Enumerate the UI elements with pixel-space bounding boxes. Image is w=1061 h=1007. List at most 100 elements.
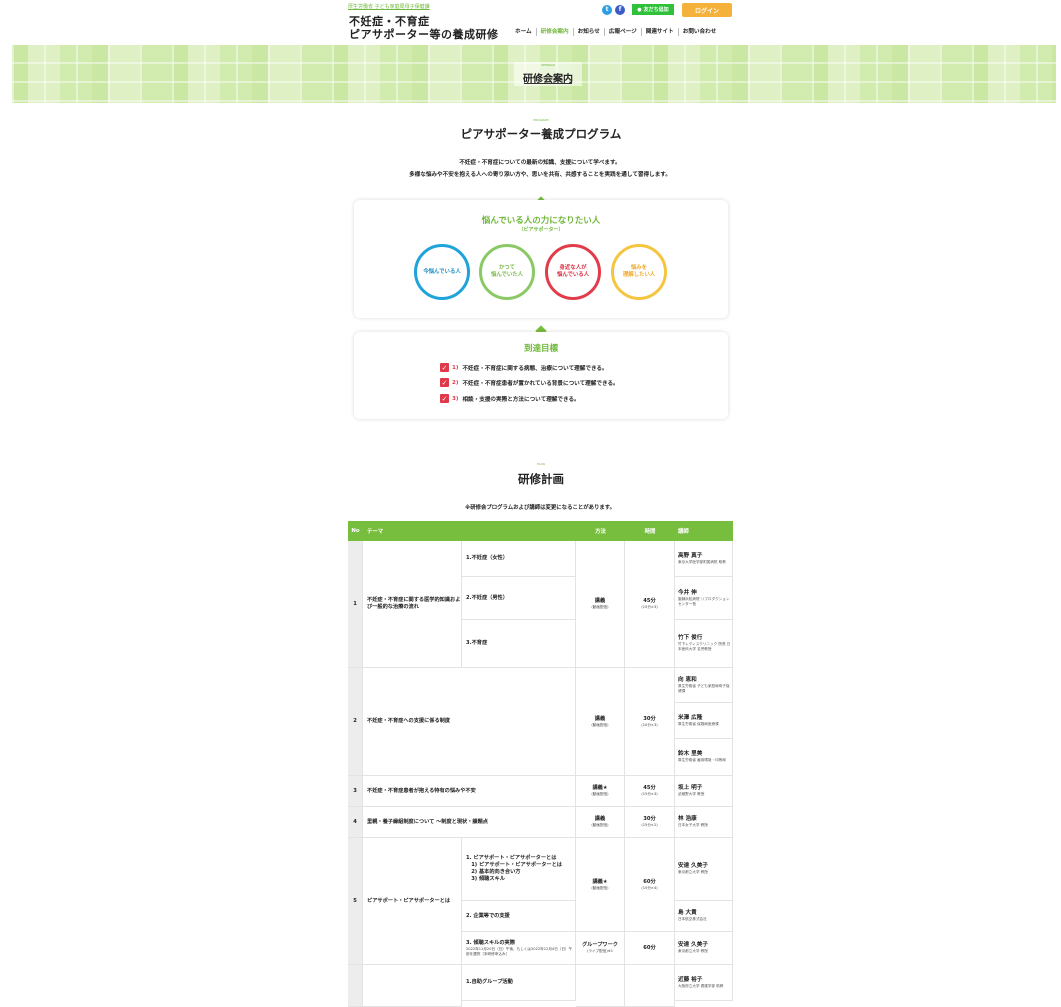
program-title: ピアサポーター養成プログラム	[460, 127, 622, 141]
global-nav: ホーム 研修会案内 お知らせ 広報ページ 関連サイト お問い合わせ	[511, 28, 720, 36]
goal-item: ✓ 2) 不妊症・不育症患者が置かれている背景について理解できる。	[440, 378, 619, 387]
row-theme	[363, 965, 462, 1007]
row-lecturer: 竹下 俊行 竹下レディスクリニック 院長 日本医科大学 名誉教授	[675, 620, 733, 668]
time-note: (15分×3)	[641, 792, 658, 796]
lecturer-name: 今井 伸	[678, 589, 697, 596]
method-text: 講義	[594, 816, 606, 822]
lecturer-name: 竹下 俊行	[678, 635, 703, 641]
row-subtheme: 2.不妊症（男性）	[462, 577, 576, 620]
row-no: 3	[348, 776, 363, 807]
goal-num: 3)	[452, 395, 459, 402]
circle-understand-line2: 理解したい人	[622, 272, 656, 278]
row-no: 5	[348, 838, 363, 965]
row-time: 45分 (15分×3)	[625, 776, 675, 807]
circle-past: かつて 悩んでいた人	[479, 244, 535, 300]
target-heading: 悩んでいる人の力になりたい人	[481, 216, 601, 226]
lecturer-affiliation: 厚生労働省 保険局医療課	[678, 721, 719, 726]
lecturer-name: 坂上 明子	[678, 785, 703, 791]
circle-family-line2: 悩んでいる人	[556, 272, 590, 278]
row-no: 4	[348, 807, 363, 838]
goal-item: ✓ 3) 相談・支援の実際と方法について理解できる。	[440, 394, 580, 403]
row-lecturer: 林 浩康 日本女子大学 教授	[675, 807, 733, 838]
row-method: 講義★ (動画配信)	[576, 776, 625, 807]
goal-num: 2)	[452, 379, 459, 386]
lecturer-affiliation: 大阪府立大学 看護学部 助教	[678, 983, 724, 988]
circle-current-text: 今悩んでいる人	[423, 268, 461, 275]
plan-title: 研修計画	[518, 472, 564, 486]
row-theme: 里親・養子縁組制度について 〜制度と現状・課題点	[363, 807, 576, 838]
checkbox-icon: ✓	[440, 363, 449, 372]
nav-seminar[interactable]: 研修会案内	[537, 28, 574, 36]
lecturer-affiliation: 厚生労働省 雇用環境・均等局	[678, 758, 726, 762]
nav-links[interactable]: 関連サイト	[642, 28, 679, 36]
th-theme: テーマ	[363, 521, 576, 541]
goal-text: 相談・支援の実際と方法について理解できる。	[462, 396, 580, 403]
goals-heading: 到達目標	[523, 344, 558, 354]
lecturer-name: 鈴木 里美	[678, 751, 703, 757]
circle-understand: 悩みを 理解したい人	[611, 244, 667, 300]
goal-text: 不妊症・不育症患者が置かれている背景について理解できる。	[462, 380, 619, 387]
lecturer-name: 近藤 裕子	[678, 976, 703, 983]
goal-num: 1)	[452, 364, 459, 371]
circle-family: 身近な人が 悩んでいる人	[545, 244, 601, 300]
row-lecturer: 向 恵和 厚生労働省 子ども家庭局母子保健課	[675, 668, 733, 703]
row-theme: 不妊症・不育症に関する医学的知識および一般的な治療の流れ	[363, 541, 462, 668]
row-lecturer: 鈴木 里美 厚生労働省 雇用環境・均等局	[675, 739, 733, 776]
lecturer-name: 米澤 広隆	[678, 714, 703, 721]
th-method: 方法	[576, 521, 625, 541]
row-subtheme: 1. ピアサポート・ピアサポーターとは 1) ピアサポート・ピアサポーターとは …	[462, 838, 576, 901]
header-tagline-link[interactable]: 厚生労働省 子ども家庭局母子保健課	[348, 3, 430, 10]
line-add-friend-button[interactable]: ● 友だち追加	[632, 4, 674, 15]
site-title-line2: ピアサポーター等の養成研修	[349, 28, 499, 41]
row-subtheme: 1.自助グループ活動	[462, 965, 576, 1001]
subtheme-title: 3. 傾聴スキルの実際	[466, 939, 515, 946]
lecturer-affiliation: 厚生労働省 子ども家庭局母子保健課	[678, 683, 730, 693]
method-note: (動画配信)	[591, 823, 609, 827]
method-note: (動画配信)	[591, 605, 609, 609]
subtheme-note: 2022年11月20日（日）午後、もしくは2022年12月4日（日）午前を選択［…	[466, 946, 573, 956]
nav-news[interactable]: お知らせ	[574, 28, 605, 36]
time-text: 45分	[643, 598, 656, 604]
lecturer-name: 安達 久美子	[678, 863, 708, 869]
twitter-icon[interactable]: t	[602, 4, 612, 15]
site-title[interactable]: 不妊症・不育症 ピアサポーター等の養成研修	[349, 15, 499, 41]
lecturer-affiliation: 東京大学医学部附属病院 助教	[678, 559, 726, 564]
th-time: 時間	[625, 521, 675, 541]
lecturer-affiliation: 日本女子大学 教授	[678, 823, 708, 827]
subtheme-line: 2) 基本的向き合い方	[466, 869, 521, 875]
nav-contact[interactable]: お問い合わせ	[679, 28, 721, 36]
social-links: t f ● 友だち追加	[602, 4, 674, 15]
facebook-icon[interactable]: f	[615, 4, 625, 15]
goals-box: 到達目標 ✓ 1) 不妊症・不育症に関する病態、治療について理解できる。 ✓ 2…	[354, 332, 728, 419]
row-time: 30分 (15分×2)	[625, 807, 675, 838]
row-lecturer: 坂上 明子 武蔵野大学 教授	[675, 776, 733, 807]
row-method: 講義 (動画配信)	[576, 668, 625, 776]
time-text: 30分	[643, 715, 656, 722]
time-text: 60分	[643, 878, 656, 885]
banner-en-label: SEMINAR	[541, 63, 555, 67]
row-theme: 不妊症・不育症患者が抱える特有の悩みや不安	[363, 776, 576, 807]
lecturer-affiliation: 東京都立大学 教授	[678, 870, 708, 874]
row-time: 60分	[625, 932, 675, 965]
plan-note: ※研修会プログラムおよび講師は変更になることがあります。	[464, 505, 616, 511]
login-button[interactable]: ログイン	[682, 3, 732, 17]
site-header: 厚生労働省 子ども家庭局母子保健課 不妊症・不育症 ピアサポーター等の養成研修 …	[348, 0, 734, 44]
program-desc-1: 不妊症・不育症についての最新の知識、支援について学べます。	[459, 160, 621, 166]
plan-en-label: PLAN	[537, 462, 545, 466]
subtheme-line: 1) ピアサポート・ピアサポーターとは	[466, 862, 562, 868]
row-method: グループワーク (ライブ配信)※1	[576, 932, 625, 965]
row-method: 講義 (動画配信)	[576, 807, 625, 838]
row-theme: ピアサポート・ピアサポーターとは	[363, 838, 462, 965]
program-en-label: PROGRAM	[533, 118, 549, 122]
row-no: 2	[348, 668, 363, 776]
lecturer-affiliation: 聖隷浜松病院 リプロダクションセンター長	[678, 596, 730, 606]
nav-pr[interactable]: 広報ページ	[605, 28, 642, 36]
time-note: (15分×3)	[641, 605, 658, 609]
method-text: 講義★	[592, 785, 608, 791]
row-no: 1	[348, 541, 363, 668]
row-lecturer: 島 大貴 日本航空株式会社	[675, 901, 733, 932]
page-banner: SEMINAR 研修会案内	[12, 45, 1056, 103]
lecturer-affiliation: 日本航空株式会社	[678, 917, 707, 921]
checkbox-icon: ✓	[440, 394, 449, 403]
nav-home[interactable]: ホーム	[511, 28, 537, 36]
